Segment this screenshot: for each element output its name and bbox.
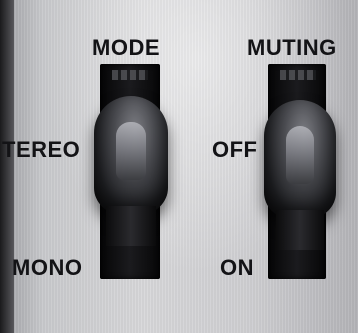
mode-toggle-switch[interactable] bbox=[88, 96, 174, 246]
mode-switch-detent-marks bbox=[112, 70, 148, 80]
muting-switch-detent-marks bbox=[280, 70, 316, 80]
panel-edge bbox=[0, 0, 14, 333]
muting-upper-position-label: OFF bbox=[212, 137, 258, 162]
muting-toggle-stem bbox=[276, 210, 324, 250]
muting-toggle-switch[interactable] bbox=[258, 100, 342, 250]
mode-label: MODE bbox=[92, 35, 160, 60]
muting-toggle-lever[interactable] bbox=[264, 100, 336, 218]
mode-toggle-highlight bbox=[116, 122, 146, 180]
mode-upper-position-label: TEREO bbox=[2, 137, 81, 162]
mode-lower-position-label: MONO bbox=[12, 255, 83, 280]
mode-toggle-lever[interactable] bbox=[94, 96, 168, 214]
switch-panel-photo: MODE MUTING TEREO MONO OFF ON bbox=[0, 0, 358, 333]
mode-toggle-stem bbox=[106, 206, 156, 246]
muting-label: MUTING bbox=[247, 35, 337, 60]
muting-lower-position-label: ON bbox=[220, 255, 254, 280]
muting-toggle-highlight bbox=[286, 126, 314, 184]
